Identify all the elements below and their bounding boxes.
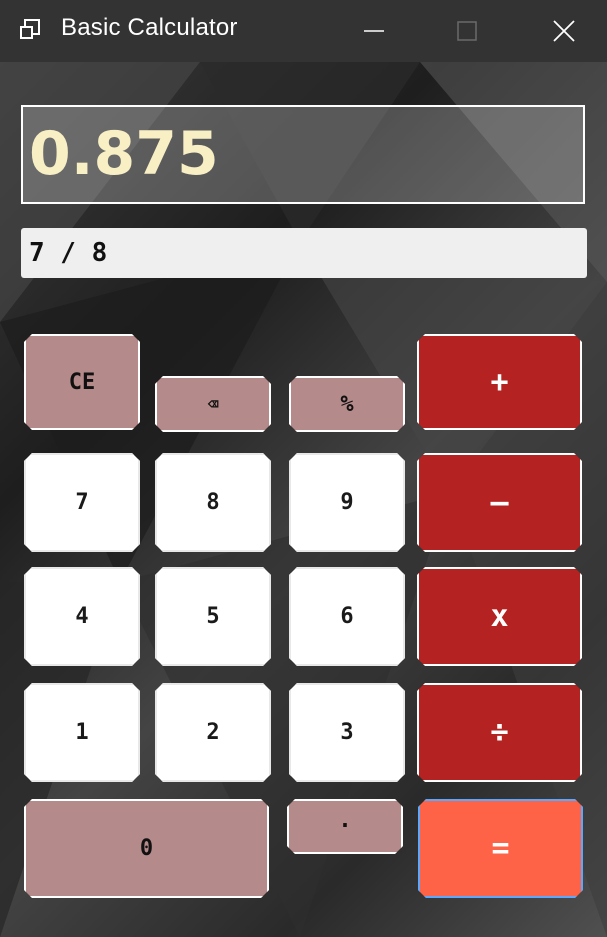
result-display: 0.875 bbox=[21, 105, 585, 204]
digit-7-button[interactable]: 7 bbox=[24, 453, 140, 552]
digit-4-button[interactable]: 4 bbox=[24, 567, 140, 666]
subtract-button[interactable]: – bbox=[417, 453, 582, 552]
digit-3-button[interactable]: 3 bbox=[289, 683, 405, 782]
app-window-icon bbox=[20, 19, 40, 39]
digit-9-button[interactable]: 9 bbox=[289, 453, 405, 552]
minimize-icon bbox=[364, 30, 384, 32]
add-button[interactable]: + bbox=[417, 334, 582, 430]
digit-0-button[interactable]: 0 bbox=[24, 799, 269, 898]
close-icon bbox=[553, 20, 575, 42]
title-bar[interactable]: Basic Calculator bbox=[0, 0, 607, 62]
digit-8-button[interactable]: 8 bbox=[155, 453, 271, 552]
maximize-icon bbox=[457, 21, 477, 41]
digit-1-button[interactable]: 1 bbox=[24, 683, 140, 782]
expression-text: 7 / 8 bbox=[29, 238, 108, 268]
window-title: Basic Calculator bbox=[61, 14, 238, 41]
expression-field: 7 / 8 bbox=[21, 228, 587, 278]
digit-2-button[interactable]: 2 bbox=[155, 683, 271, 782]
close-button[interactable] bbox=[529, 0, 599, 62]
result-value: 0.875 bbox=[29, 119, 219, 189]
minimize-button[interactable] bbox=[339, 0, 409, 62]
calculator-body: 0.875 7 / 8 CE ⌫ % + 7 8 9 – 4 5 6 x 1 2… bbox=[0, 62, 607, 937]
backspace-button[interactable]: ⌫ bbox=[155, 376, 271, 432]
calculator-window: Basic Calculator 0.875 7 / 8 CE ⌫ % + 7 … bbox=[0, 0, 607, 937]
divide-button[interactable]: ÷ bbox=[417, 683, 582, 782]
percent-button[interactable]: % bbox=[289, 376, 405, 432]
clear-entry-button[interactable]: CE bbox=[24, 334, 140, 430]
multiply-button[interactable]: x bbox=[417, 567, 582, 666]
digit-6-button[interactable]: 6 bbox=[289, 567, 405, 666]
decimal-point-button[interactable]: · bbox=[287, 799, 403, 854]
equals-button[interactable]: = bbox=[418, 799, 583, 898]
digit-5-button[interactable]: 5 bbox=[155, 567, 271, 666]
maximize-button bbox=[432, 0, 502, 62]
